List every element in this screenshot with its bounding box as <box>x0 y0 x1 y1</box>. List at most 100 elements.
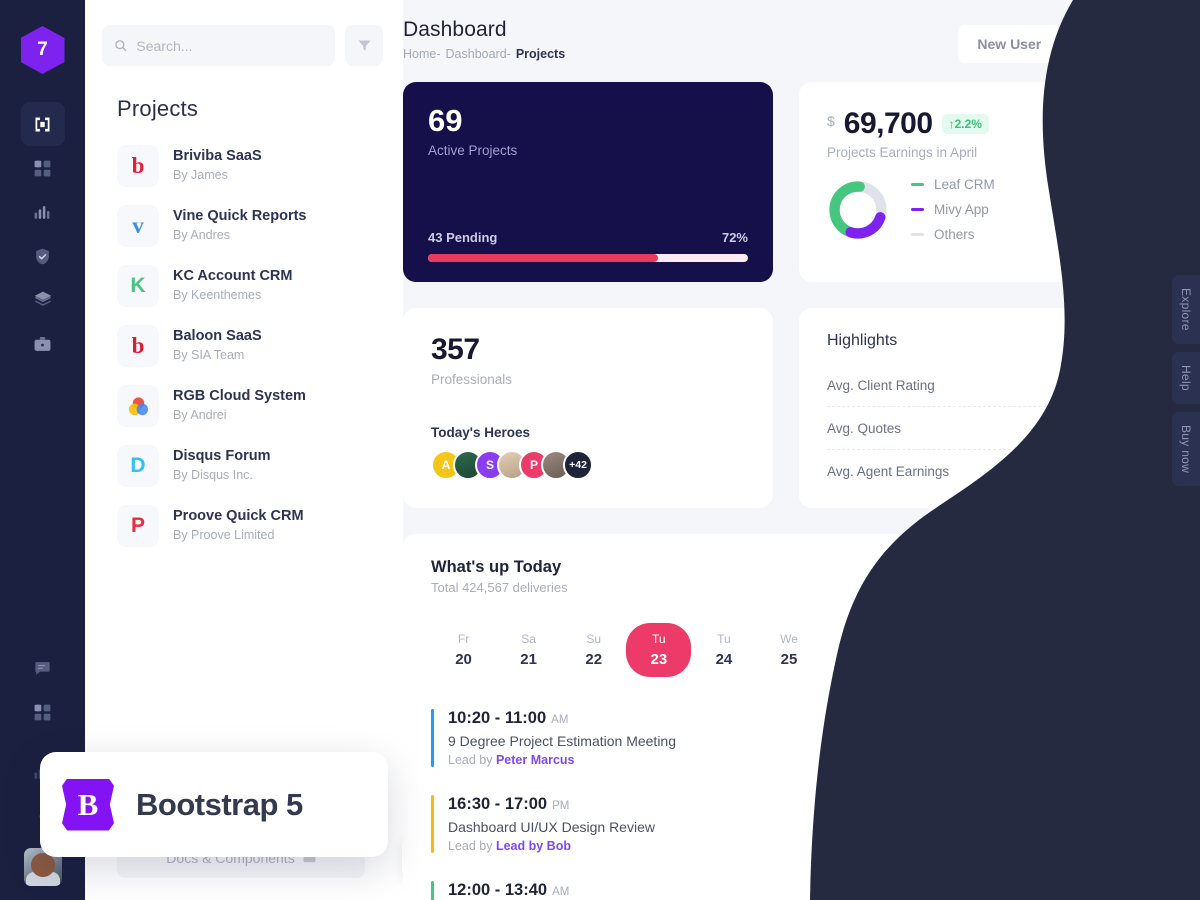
legend-label: Leaf CRM <box>934 177 995 192</box>
highlights-card[interactable]: Highlights Avg. Client Rating ↗ 7.8/10 A… <box>799 308 1175 508</box>
report-center-button[interactable]: Report Cecnter <box>1026 560 1147 596</box>
sidebar-item-analytics[interactable] <box>21 190 65 234</box>
heroes-avatars: A S P +42 <box>431 450 745 480</box>
professionals-card[interactable]: 357 Professionals Today's Heroes A S P +… <box>403 308 773 508</box>
sidebar-item-grid[interactable] <box>21 146 65 190</box>
event-lead-name[interactable]: Lead by Bob <box>496 839 571 853</box>
day-name: Tu <box>717 632 731 646</box>
legend-swatch-leaf-crm <box>911 183 924 186</box>
earnings-body: Leaf CRM Mivy App Others $7,660 $2,820 $… <box>827 177 1147 242</box>
percent-label: 72% <box>721 230 748 245</box>
bootstrap-logo-letter: B <box>77 786 99 822</box>
event-color-bar <box>431 795 434 853</box>
search-box[interactable] <box>102 25 335 66</box>
sidebar-item-chat[interactable] <box>21 646 65 690</box>
view-button[interactable]: View <box>1053 799 1119 831</box>
side-tab-explore[interactable]: Explore <box>1172 275 1200 344</box>
sidebar-item-security[interactable] <box>21 234 65 278</box>
side-tab-help[interactable]: Help <box>1172 351 1200 404</box>
calendar-day[interactable]: Sa 28 <box>952 623 1017 677</box>
day-number: 25 <box>780 651 798 668</box>
list-item[interactable]: 10:20 - 11:00 AM 9 Degree Project Estimat… <box>431 699 1147 785</box>
highlight-label: Avg. Quotes <box>827 420 902 436</box>
search-icon <box>115 40 127 52</box>
donut-chart <box>829 180 887 239</box>
project-name: Baloon SaaS <box>173 327 262 344</box>
box-icon <box>35 117 50 131</box>
calendar-day[interactable]: Fr 20 <box>431 623 496 677</box>
search-input[interactable] <box>136 37 323 54</box>
kickstarter-icon: K <box>130 274 146 297</box>
heroes-label: Today's Heroes <box>431 425 530 440</box>
list-item[interactable]: D Disqus Forum By Disqus Inc. <box>85 436 403 496</box>
calendar-day-selected[interactable]: Tu 23 <box>626 623 692 677</box>
earnings-subtitle: Projects Earnings in April <box>827 145 978 160</box>
calendar-day[interactable]: Th 26 <box>822 623 887 677</box>
highlights-rows: Avg. Client Rating ↗ 7.8/10 Avg. Quotes … <box>827 364 1147 492</box>
calendar-day[interactable]: Su 29 <box>1017 623 1082 677</box>
highlight-value: 730 <box>1124 420 1147 436</box>
event-time: 10:20 - 11:00 AM <box>448 709 676 728</box>
event-time-range: 12:00 - 13:40 <box>448 881 548 899</box>
project-logo: P <box>117 505 159 547</box>
rgb-cloud-icon <box>128 396 148 415</box>
header-actions: New User New Goal <box>958 25 1175 63</box>
project-name: Disqus Forum <box>173 447 271 464</box>
breadcrumb-home[interactable]: Home- <box>403 47 441 61</box>
sidebar-item-layers[interactable] <box>21 278 65 322</box>
project-author: By Proove Limited <box>173 528 275 543</box>
view-button[interactable]: View <box>1053 713 1119 745</box>
avatar-overflow-count: +42 <box>569 459 587 471</box>
calendar-day[interactable]: Tu 24 <box>691 623 756 677</box>
earnings-value: 69,700 <box>843 107 933 140</box>
active-projects-card[interactable]: 69 Active Projects 43 Pending 72% <box>403 82 773 282</box>
day-name: Mo <box>1106 632 1123 646</box>
calendar-day[interactable]: We 25 <box>756 623 821 677</box>
beats-icon: b <box>131 333 145 358</box>
calendar-day[interactable]: Sa 21 <box>496 623 561 677</box>
list-item[interactable]: v Vine Quick Reports By Andres <box>85 196 403 256</box>
calendar-day[interactable]: Fri 27 <box>887 623 952 677</box>
view-button[interactable]: View <box>1053 885 1119 900</box>
list-item[interactable]: b Baloon SaaS By SIA Team <box>85 316 403 376</box>
trend-up-icon: ↗ <box>1085 463 1097 478</box>
new-user-button[interactable]: New User <box>958 25 1061 63</box>
cards-row-2: 357 Professionals Today's Heroes A S P +… <box>403 308 1175 508</box>
side-tab-group: Explore Help Buy now <box>1158 275 1200 486</box>
new-goal-button[interactable]: New Goal <box>1071 25 1175 63</box>
avatar-overflow[interactable]: +42 <box>563 450 593 480</box>
sidebar-item-grid-2[interactable] <box>21 690 65 734</box>
calendar-day[interactable]: Su 22 <box>561 623 626 677</box>
avatar-initial: A <box>441 458 451 472</box>
sidebar-item-box[interactable] <box>20 102 65 146</box>
status-badge: ↑2.2% <box>941 114 989 134</box>
breadcrumb-dashboard[interactable]: Dashboard- <box>446 47 511 61</box>
calendar-strip: Fr 20 Sa 21 Su 22 Tu 23 Tu 24 We 25 Th 2… <box>431 623 1147 677</box>
disqus-icon: D <box>130 454 146 477</box>
search-row <box>85 0 403 66</box>
event-lead-prefix: Lead by <box>448 839 493 853</box>
grid-icon <box>34 160 51 176</box>
project-name: RGB Cloud System <box>173 387 306 404</box>
event-ampm: PM <box>552 800 570 812</box>
professionals-value: 357 <box>431 333 480 366</box>
list-item[interactable]: 16:30 - 17:00 PM Dashboard UI/UX Design R… <box>431 785 1147 871</box>
earnings-card[interactable]: $ 69,700 ↑2.2% Projects Earnings in Apri… <box>799 82 1175 282</box>
list-item[interactable]: K KC Account CRM By Keenthemes <box>85 256 403 316</box>
day-name: Th <box>847 632 862 646</box>
sidebar-item-briefcase[interactable] <box>21 322 65 366</box>
legend-swatch-others <box>911 233 924 236</box>
list-item[interactable]: P Proove Quick CRM By Proove Limited <box>85 496 403 556</box>
calendar-day[interactable]: Mo 30 <box>1082 623 1147 677</box>
project-logo: b <box>117 325 159 367</box>
list-item[interactable]: RGB Cloud System By Andrei <box>85 376 403 436</box>
event-lead-name[interactable]: Peter Marcus <box>496 753 575 767</box>
list-item[interactable]: 12:00 - 13:40AM Marketing Campaign Discu… <box>431 871 1147 900</box>
project-author: By Keenthemes <box>173 288 262 303</box>
day-number: 21 <box>520 651 537 668</box>
filter-button[interactable] <box>345 25 383 66</box>
app-logo-badge[interactable]: 7 <box>20 26 65 74</box>
side-tab-buy-now[interactable]: Buy now <box>1172 411 1200 486</box>
change-value: 2.2% <box>954 117 982 131</box>
list-item[interactable]: b Briviba SaaS By James <box>85 136 403 196</box>
